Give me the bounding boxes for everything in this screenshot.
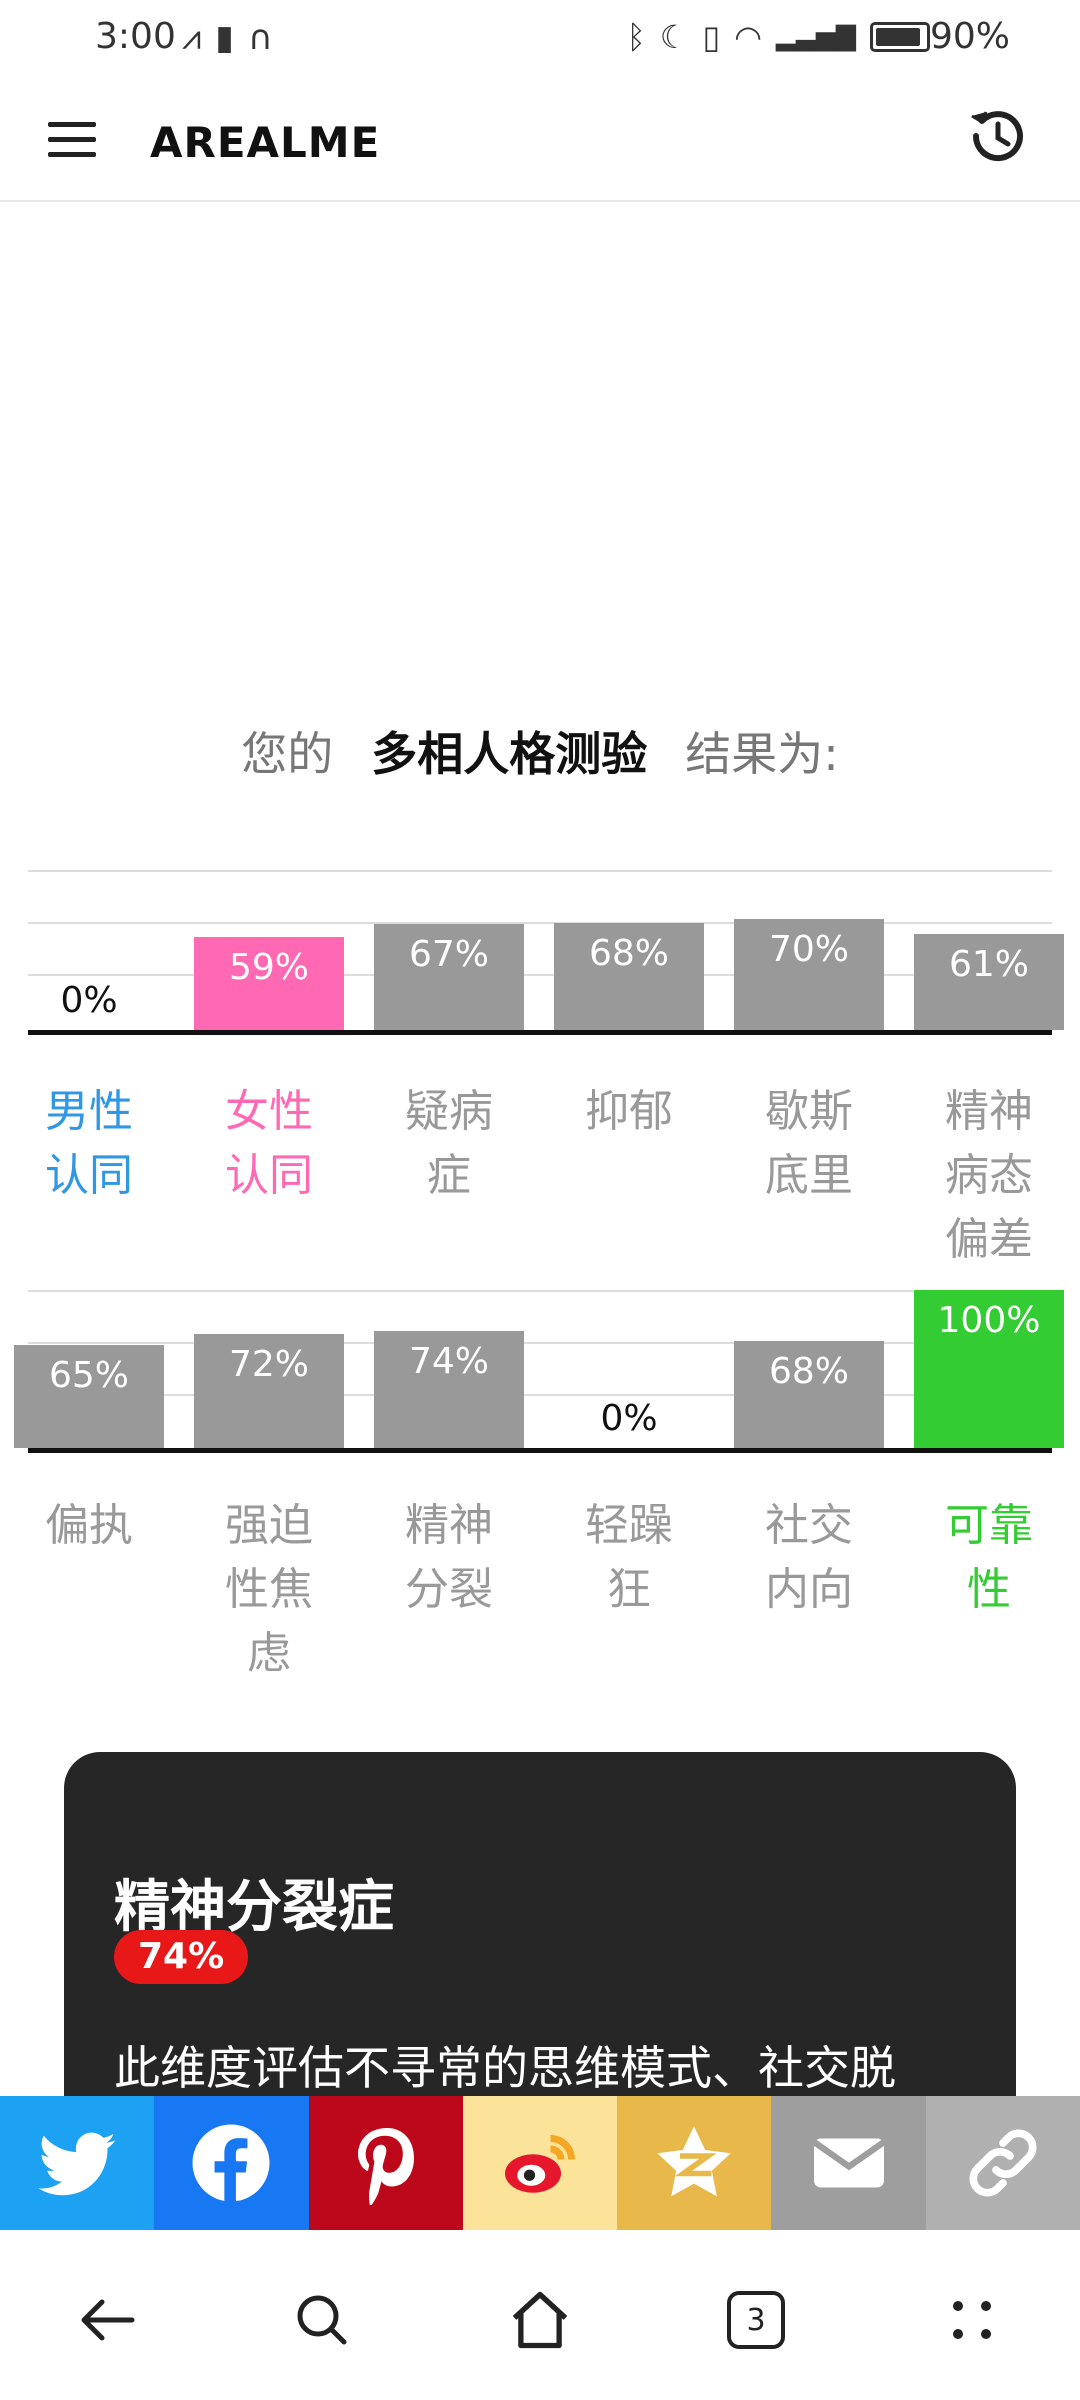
category-label: 歇斯 底里 — [765, 1086, 853, 1201]
share-pinterest-button[interactable] — [308, 2096, 463, 2230]
category-label: 疑病症 — [405, 1086, 493, 1201]
bar-value-label: 65% — [48, 1355, 129, 1396]
category-label: 可靠性 — [945, 1500, 1033, 1615]
gridline — [28, 922, 1052, 924]
vibrate-icon: ▯ — [702, 18, 721, 56]
bar-value-label: 61% — [948, 944, 1029, 985]
category-label: 精神 分裂 — [405, 1500, 493, 1615]
headphones-icon: ∩ — [247, 18, 273, 58]
battery-percent: 90% — [929, 16, 1010, 57]
history-icon[interactable] — [966, 104, 1030, 168]
data-saver-icon: ⩘ — [182, 18, 202, 58]
gridline — [28, 1394, 1052, 1396]
moon-icon: ☾ — [659, 18, 689, 56]
bar-value-label: 0% — [600, 1398, 658, 1439]
bar-value-label: 67% — [408, 934, 489, 975]
qzone-icon — [657, 2126, 732, 2197]
category-label: 抑郁 — [585, 1086, 673, 1137]
tabs-button[interactable]: 3 — [716, 2280, 796, 2360]
heading-suffix: 结果为: — [685, 727, 839, 781]
baseline — [28, 1030, 1052, 1035]
status-icons-left: ⩘ ▮ ∩ — [182, 18, 273, 58]
brand-title[interactable]: AREALME — [150, 118, 380, 167]
category-label: 偏执 — [45, 1500, 133, 1551]
share-weibo-button[interactable] — [462, 2096, 618, 2230]
wifi-icon: ◠ — [734, 18, 763, 56]
signal-icon: ▂▃▅▇ — [776, 22, 856, 52]
bar-value-label: 70% — [768, 929, 849, 970]
share-bar — [0, 2096, 1080, 2230]
menu-icon[interactable] — [48, 122, 96, 162]
email-icon — [811, 2138, 886, 2188]
bar-value-label: 0% — [60, 980, 118, 1021]
share-link-button[interactable] — [925, 2096, 1080, 2230]
share-qzone-button[interactable] — [617, 2096, 772, 2230]
search-button[interactable] — [282, 2280, 362, 2360]
tab-count: 3 — [727, 2291, 785, 2349]
category-label: 男性 认同 — [45, 1086, 133, 1201]
chart-1: 0% 男性 认同 59% 女性 认同 67% 疑病症 68% 抑郁 70% 歇斯 底里 61% 精神 病态 偏差 — [0, 870, 1080, 1270]
gridline — [28, 974, 1052, 976]
bar-value-label: 68% — [588, 933, 669, 974]
alert-icon: ▮ — [215, 18, 234, 58]
bar-value-label: 74% — [408, 1341, 489, 1382]
card-percent-badge: 74% — [114, 1930, 249, 1984]
bar-value-label: 59% — [228, 947, 309, 988]
back-arrow-icon — [81, 2299, 135, 2341]
bluetooth-icon: ᛒ — [626, 18, 646, 56]
link-icon — [969, 2129, 1037, 2197]
category-label: 女性 认同 — [225, 1086, 313, 1201]
status-bar: 3:00 ⩘ ▮ ∩ ᛒ ☾ ▯ ◠ ▂▃▅▇ 90% — [0, 0, 1080, 80]
card-description: 此维度评估不寻常的思维模式、社交脱 — [114, 2041, 896, 2095]
browser-navbar: 3 — [0, 2230, 1080, 2400]
twitter-icon — [38, 2132, 116, 2196]
more-button[interactable] — [932, 2280, 1012, 2360]
more-dots-icon — [953, 2301, 991, 2339]
back-button[interactable] — [68, 2280, 148, 2360]
category-label: 轻躁狂 — [585, 1500, 673, 1615]
heading-prefix: 您的 — [241, 727, 334, 781]
gridline — [28, 870, 1052, 872]
bar-value-label: 72% — [228, 1344, 309, 1385]
status-icons-right: ᛒ ☾ ▯ ◠ ▂▃▅▇ — [627, 18, 930, 56]
baseline — [28, 1448, 1052, 1453]
app-header: AREALME — [0, 80, 1080, 202]
share-twitter-button[interactable] — [0, 2096, 155, 2230]
share-email-button[interactable] — [771, 2096, 926, 2230]
result-heading: 您的 多相人格测验 结果为: — [0, 718, 1080, 784]
bar-value-label: 100% — [937, 1300, 1041, 1341]
gridline — [28, 1290, 1052, 1292]
gridline — [28, 1342, 1052, 1344]
status-time: 3:00 — [95, 16, 176, 57]
chart-2: 65% 偏执 72% 强迫 性焦虑 74% 精神 分裂 0% 轻躁狂 68% 社交 内向 100% 可靠性 — [0, 1290, 1080, 1690]
home-icon — [512, 2291, 568, 2349]
category-label: 精神 病态 偏差 — [945, 1086, 1033, 1265]
weibo-icon — [504, 2135, 575, 2193]
facebook-icon — [192, 2124, 270, 2202]
search-icon — [297, 2295, 347, 2345]
category-label: 社交 内向 — [765, 1500, 853, 1615]
battery-icon — [870, 22, 930, 52]
test-name: 多相人格测验 — [371, 727, 648, 781]
pinterest-icon — [357, 2128, 414, 2205]
category-label: 强迫 性焦虑 — [225, 1500, 313, 1679]
share-facebook-button[interactable] — [154, 2096, 309, 2230]
home-button[interactable] — [500, 2280, 580, 2360]
bar-value-label: 68% — [768, 1351, 849, 1392]
